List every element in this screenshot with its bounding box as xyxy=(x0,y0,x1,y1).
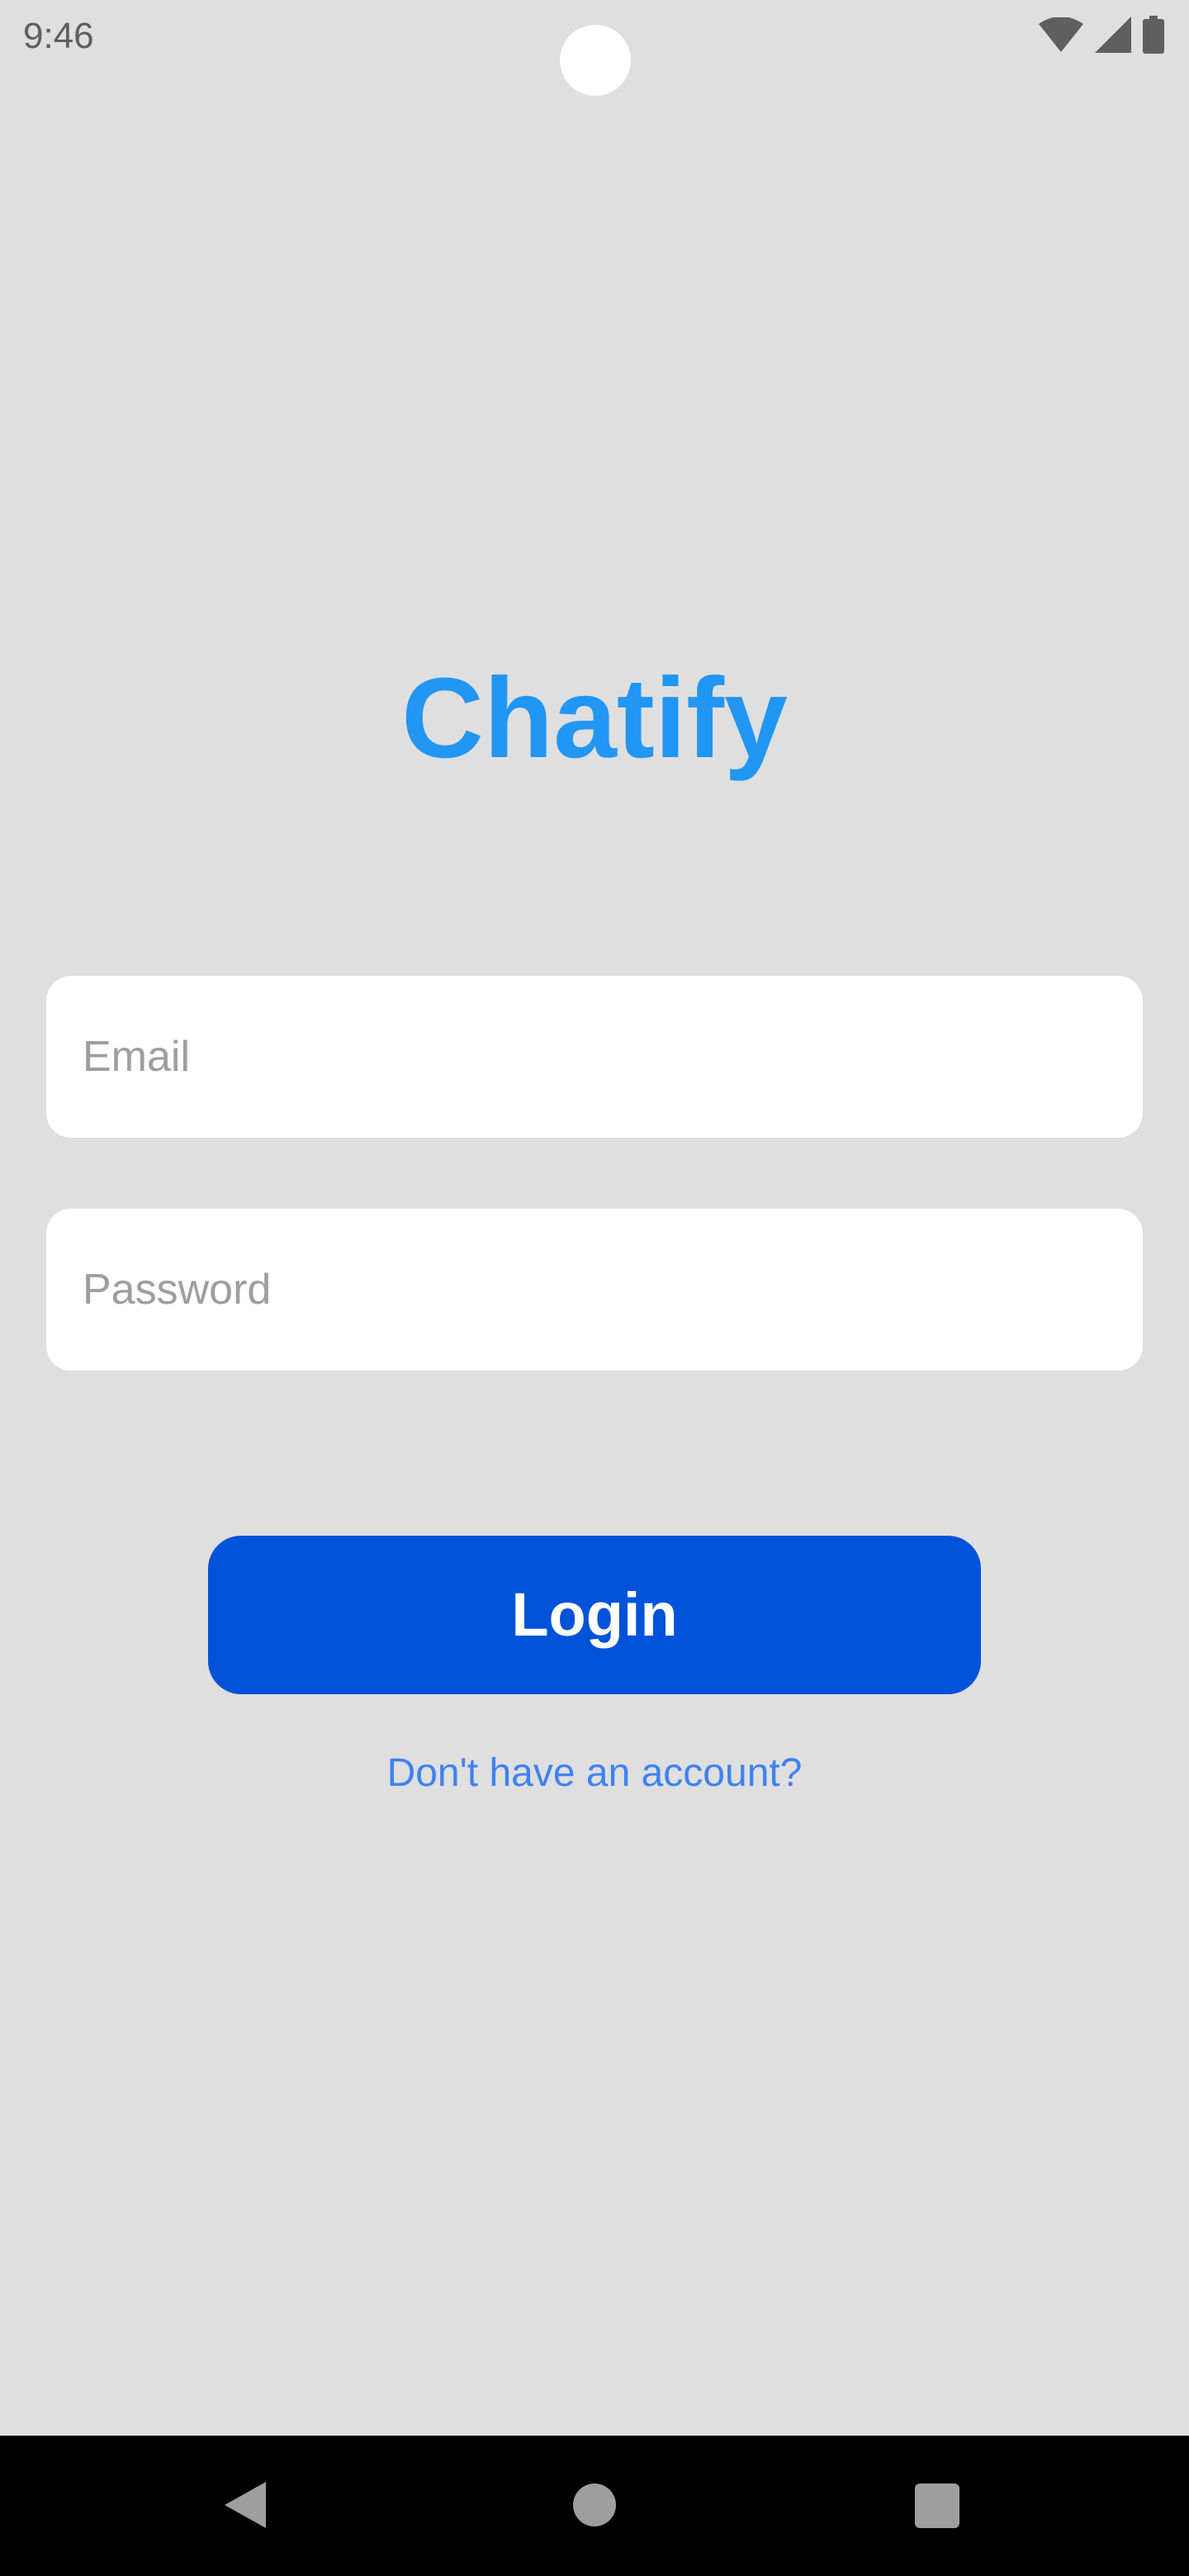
password-field[interactable] xyxy=(46,1209,1143,1371)
battery-icon xyxy=(1143,15,1164,58)
recents-icon[interactable] xyxy=(915,2484,959,2528)
status-bar: 9:46 xyxy=(0,0,1189,96)
email-field[interactable] xyxy=(46,976,1143,1138)
back-icon[interactable] xyxy=(225,2482,266,2528)
login-button[interactable]: Login xyxy=(208,1536,981,1694)
navigation-bar xyxy=(0,2436,1189,2576)
status-time: 9:46 xyxy=(23,16,94,56)
app-title: Chatify xyxy=(401,655,788,782)
cellular-signal-icon xyxy=(1095,16,1131,57)
wifi-icon xyxy=(1039,16,1083,56)
home-icon[interactable] xyxy=(573,2484,616,2526)
camera-cutout xyxy=(560,25,631,96)
signup-link[interactable]: Don't have an account? xyxy=(0,1745,1189,1802)
status-icons xyxy=(1039,15,1164,58)
login-screen: 9:46 Chatify Login Don't xyxy=(0,0,1189,2576)
